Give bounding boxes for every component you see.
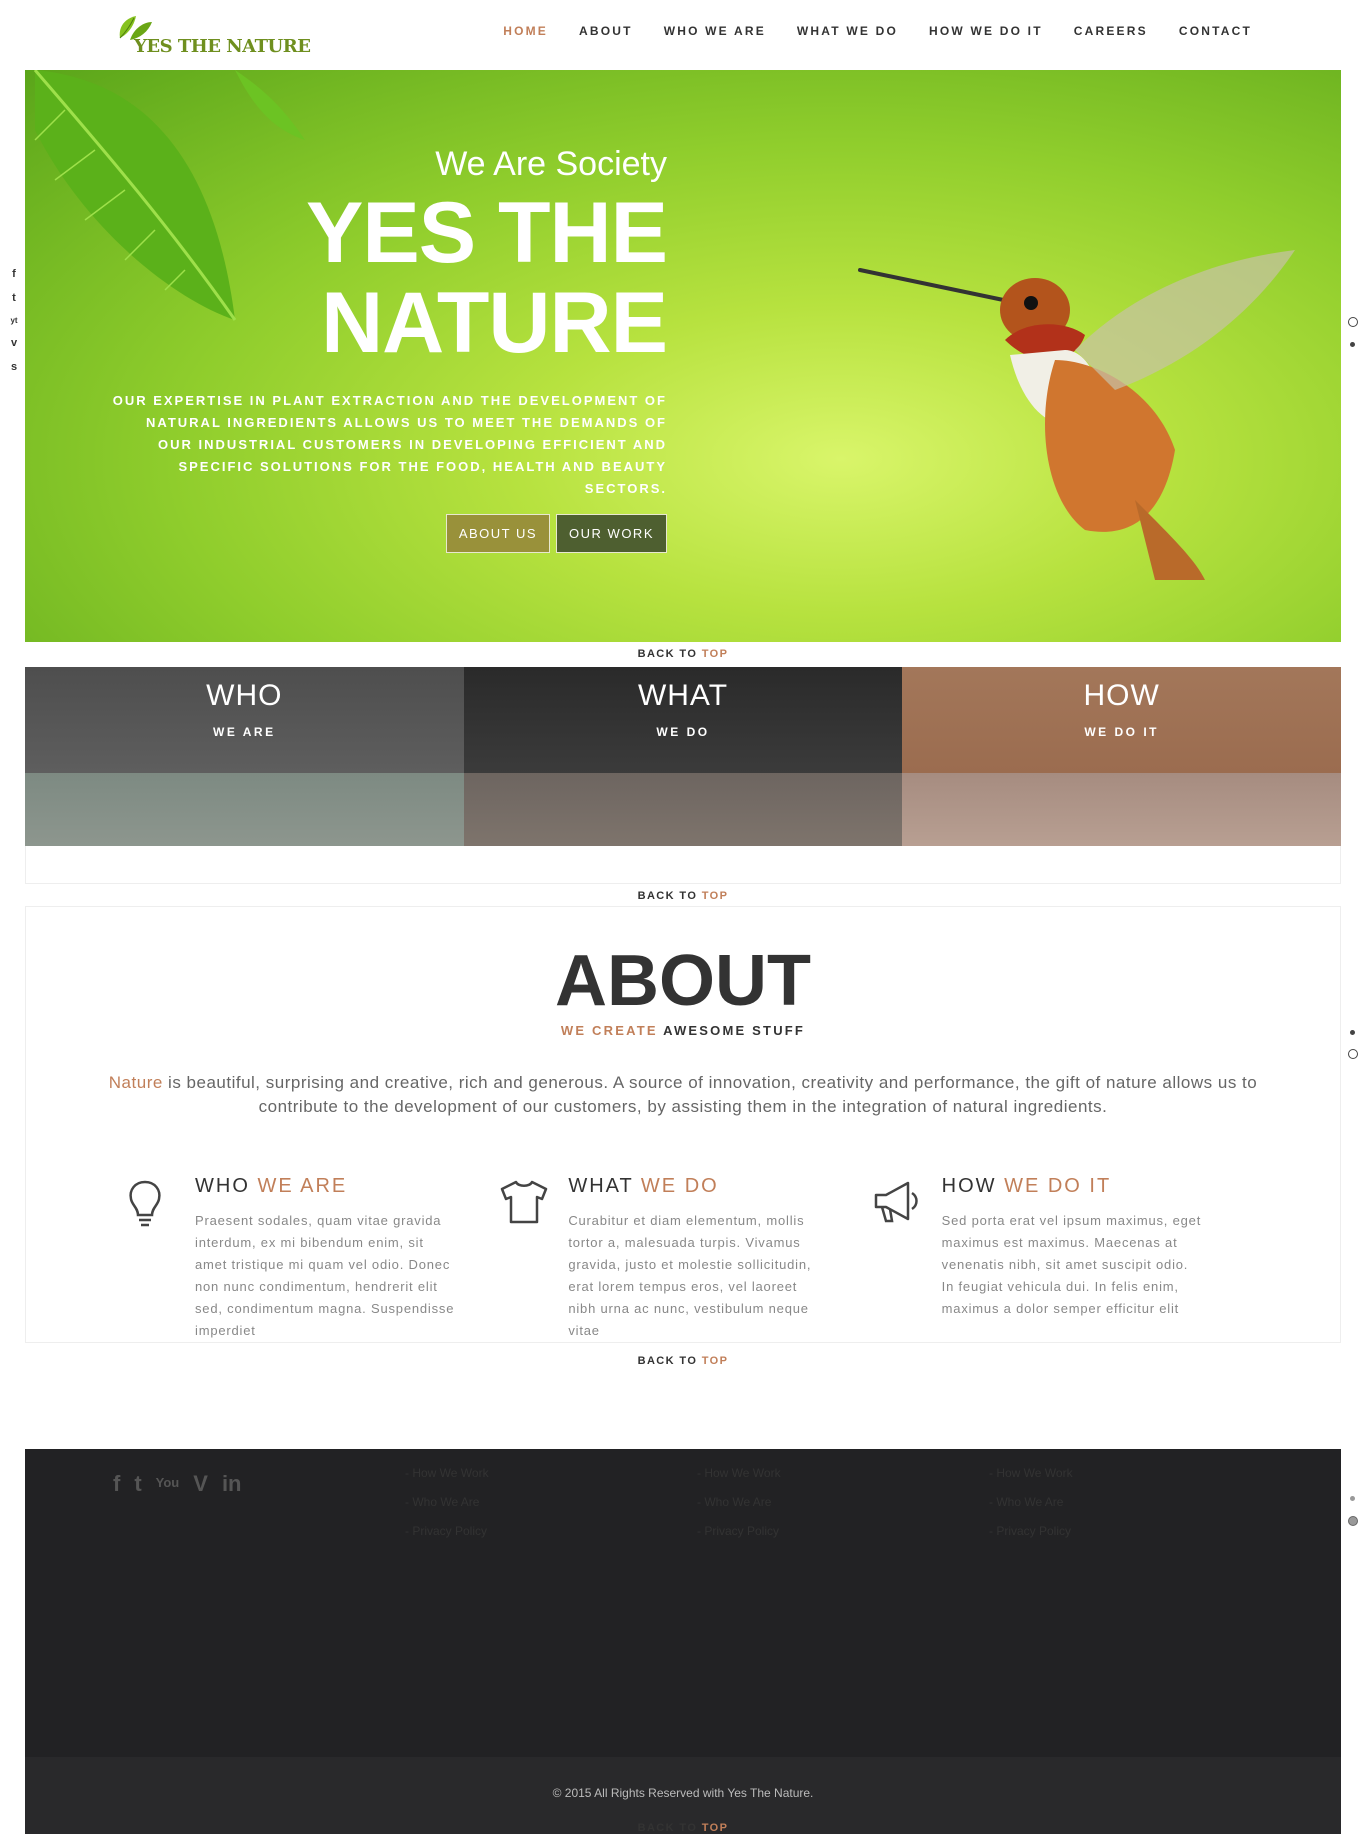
lightbulb-icon [129, 1180, 161, 1227]
column-heading: WHAT WE DO [568, 1175, 719, 1197]
footer-link[interactable]: - Who We Are [989, 1488, 1073, 1517]
logo[interactable]: YES THE NATURE [112, 12, 311, 62]
column-text: Curabitur et diam elementum, mollis tort… [568, 1213, 812, 1338]
panel-what-we-do[interactable]: WHAT WE DO [463, 667, 903, 846]
panel-subtitle: WE DO [656, 725, 710, 739]
youtube-icon[interactable]: yt [8, 316, 20, 325]
column-text: Praesent sodales, quam vitae gravida int… [195, 1213, 455, 1338]
hero-title-line2: NATURE [321, 275, 668, 371]
panel-subtitle: WE DO IT [1084, 725, 1160, 739]
nav-how-we-do-it[interactable]: HOW WE DO IT [929, 24, 1043, 38]
about-us-button[interactable]: ABOUT US [445, 514, 551, 553]
footer-link[interactable]: - Who We Are [405, 1488, 489, 1517]
nav-contact[interactable]: CONTACT [1179, 24, 1252, 38]
footer-link[interactable]: - Privacy Policy [405, 1517, 489, 1546]
facebook-icon[interactable]: f [8, 268, 20, 280]
twitter-icon[interactable]: t [8, 292, 20, 304]
nav-what-we-do[interactable]: WHAT WE DO [797, 24, 898, 38]
vimeo-icon[interactable]: v [8, 337, 20, 349]
footer-link[interactable]: - How We Work [989, 1459, 1073, 1488]
section-dot-4[interactable] [1348, 1049, 1358, 1059]
about-subtitle: WE CREATE AWESOME STUFF [560, 1023, 806, 1038]
footer-link[interactable]: - Privacy Policy [697, 1517, 781, 1546]
hero-section: We Are Society YES THE NATURE OUR EXPERT… [25, 70, 1341, 642]
tshirt-icon [501, 1180, 548, 1224]
footer-links-2: - How We Work - Who We Are - Privacy Pol… [697, 1459, 781, 1546]
about-intro: Nature is beautiful, surprising and crea… [108, 1073, 1258, 1116]
youtube-icon[interactable]: You [156, 1471, 180, 1497]
nav-careers[interactable]: CAREERS [1074, 24, 1148, 38]
section-dot-5[interactable] [1350, 1496, 1355, 1501]
megaphone-icon [874, 1181, 918, 1223]
about-title: ABOUT [555, 941, 811, 1021]
footer-social: f t You V in [113, 1471, 242, 1497]
linkedin-icon[interactable]: in [222, 1471, 242, 1497]
footer-links-1: - How We Work - Who We Are - Privacy Pol… [405, 1459, 489, 1546]
back-to-top-link[interactable]: BACK TO TOP [0, 1355, 1366, 1367]
side-social-bar: f t yt v s [8, 268, 20, 373]
column-how-we-do-it: HOW WE DO IT Sed porta erat vel ipsum ma… [872, 1175, 1245, 1342]
our-work-button[interactable]: OUR WORK [556, 514, 667, 553]
panel-title: HOW [1083, 679, 1160, 712]
hero-buttons: ABOUT US OUR WORK [107, 514, 667, 553]
panel-who-we-are[interactable]: WHO WE ARE [25, 667, 464, 846]
nav-about[interactable]: ABOUT [579, 24, 633, 38]
column-who-we-are: WHO WE ARE Praesent sodales, quam vitae … [125, 1175, 498, 1342]
column-text: Sed porta erat vel ipsum maximus, eget m… [941, 1213, 1202, 1316]
column-what-we-do: WHAT WE DO Curabitur et diam elementum, … [498, 1175, 871, 1342]
back-to-top-link[interactable]: BACK TO TOP [0, 890, 1366, 902]
main-nav: HOME ABOUT WHO WE ARE WHAT WE DO HOW WE … [503, 24, 1252, 38]
service-panels: WHO WE ARE WHAT WE DO HOW WE DO IT [25, 667, 1342, 846]
footer-link[interactable]: - Privacy Policy [989, 1517, 1073, 1546]
section-dot-1[interactable] [1348, 317, 1358, 327]
hummingbird-image [858, 250, 1295, 580]
hero-tagline: We Are Society [435, 145, 667, 183]
skype-icon[interactable]: s [8, 361, 20, 373]
panel-subtitle: WE ARE [213, 725, 276, 739]
hero-text: We Are Society YES THE NATURE OUR EXPERT… [107, 145, 668, 553]
panel-title: WHO [206, 679, 283, 712]
footer-links-3: - How We Work - Who We Are - Privacy Pol… [989, 1459, 1073, 1546]
section-dot-6[interactable] [1348, 1516, 1358, 1526]
nav-home[interactable]: HOME [503, 24, 548, 38]
panel-how-we-do-it[interactable]: HOW WE DO IT [902, 667, 1342, 846]
facebook-icon[interactable]: f [113, 1471, 120, 1497]
column-heading: WHO WE ARE [195, 1175, 348, 1197]
hero-title-line1: YES THE [306, 185, 668, 281]
about-columns: WHO WE ARE Praesent sodales, quam vitae … [125, 1175, 1245, 1342]
vimeo-icon[interactable]: V [193, 1471, 208, 1497]
panel-title: WHAT [637, 679, 729, 712]
back-to-top-link[interactable]: BACK TO TOP [0, 1822, 1366, 1834]
site-header: YES THE NATURE HOME ABOUT WHO WE ARE WHA… [0, 0, 1366, 70]
footer-link[interactable]: - How We Work [405, 1459, 489, 1488]
footer: f t You V in - How We Work - Who We Are … [25, 1449, 1341, 1757]
hero-description: OUR EXPERTISE IN PLANT EXTRACTION AND TH… [112, 393, 667, 496]
nav-who-we-are[interactable]: WHO WE ARE [664, 24, 766, 38]
logo-text: YES THE NATURE [134, 36, 311, 57]
back-to-top-link[interactable]: BACK TO TOP [0, 648, 1366, 660]
panels-frame [25, 846, 1341, 884]
footer-link[interactable]: - Who We Are [697, 1488, 781, 1517]
twitter-icon[interactable]: t [134, 1471, 141, 1497]
footer-link[interactable]: - How We Work [697, 1459, 781, 1488]
column-heading: HOW WE DO IT [941, 1175, 1112, 1197]
section-dot-2[interactable] [1350, 342, 1355, 347]
